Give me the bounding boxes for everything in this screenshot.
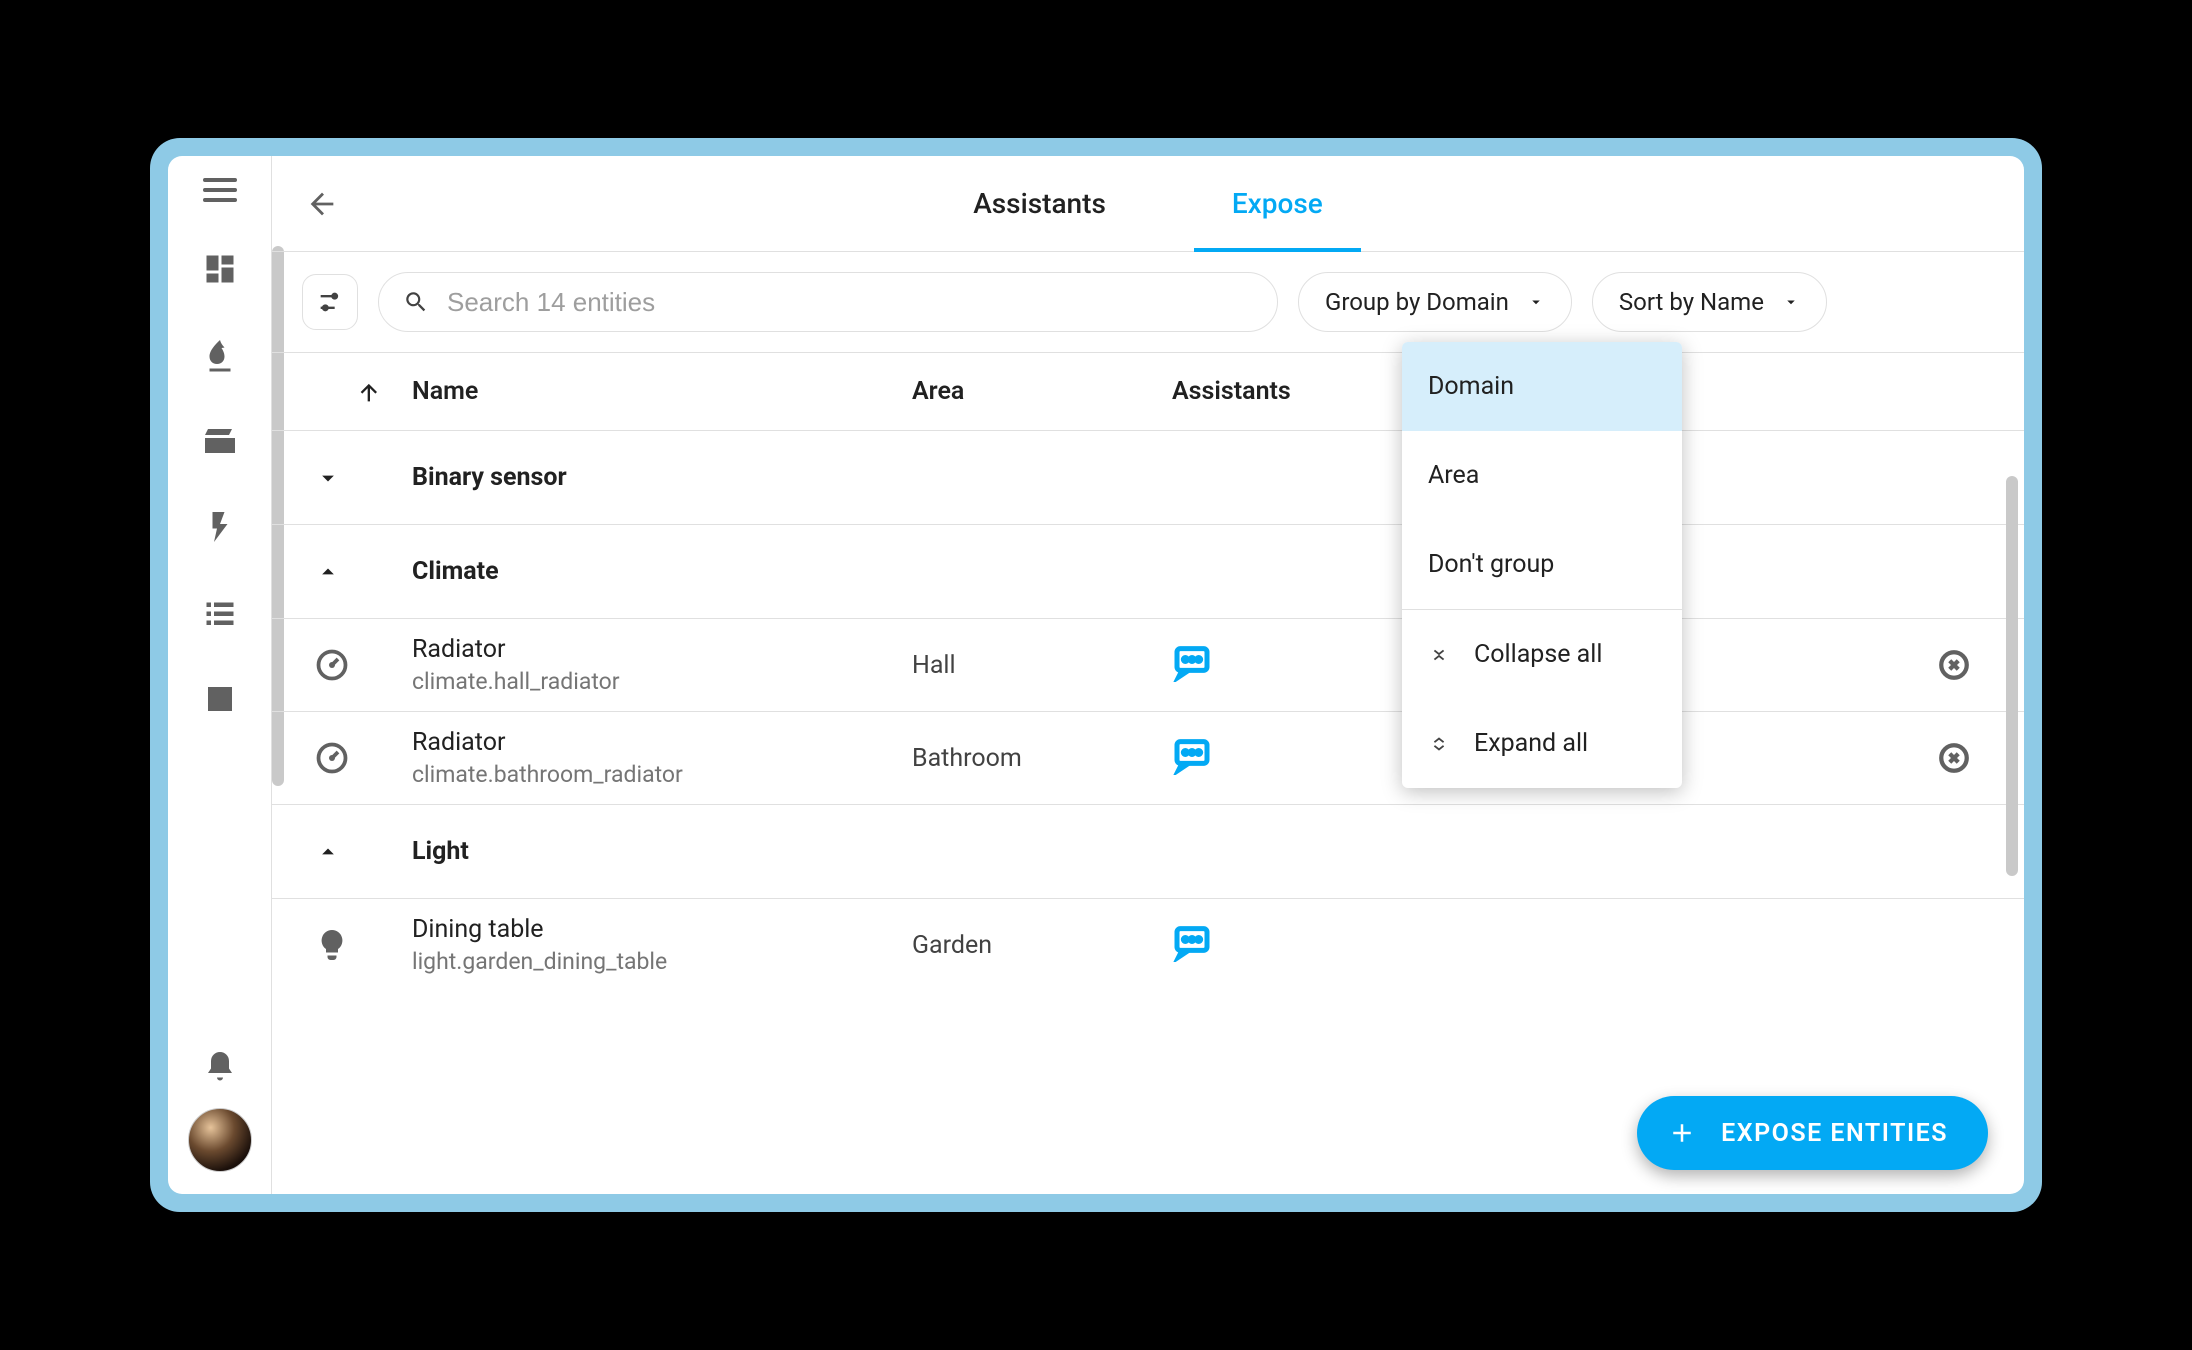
header: Assistants Expose	[272, 156, 2024, 252]
window-frame: Assistants Expose Group by Domain	[150, 138, 2042, 1212]
sort-by-label: Sort by Name	[1619, 288, 1764, 316]
flash-icon[interactable]	[201, 508, 239, 546]
group-binary-sensor[interactable]: Binary sensor	[272, 430, 2024, 524]
column-name[interactable]: Name	[412, 377, 912, 406]
dropdown-item-domain[interactable]: Domain	[1402, 342, 1682, 431]
tab-assistants[interactable]: Assistants	[965, 156, 1114, 251]
dropdown-item-label: Collapse all	[1474, 640, 1602, 669]
remove-button[interactable]	[1914, 648, 1994, 682]
column-area[interactable]: Area	[912, 377, 1172, 406]
thermostat-icon	[302, 647, 412, 683]
main-panel: Assistants Expose Group by Domain	[272, 156, 2024, 1194]
collapse-icon	[1428, 644, 1450, 666]
search-input[interactable]	[447, 287, 1253, 318]
tab-expose[interactable]: Expose	[1224, 156, 1331, 251]
dropdown-item-label: Expand all	[1474, 729, 1588, 758]
group-label: Light	[412, 837, 469, 866]
entity-id: climate.hall_radiator	[412, 668, 912, 695]
entity-name: Radiator	[412, 728, 912, 757]
toolbar: Group by Domain Sort by Name	[272, 252, 2024, 352]
back-button[interactable]	[302, 184, 342, 224]
dropdown-item-expand-all[interactable]: Expand all	[1402, 699, 1682, 788]
lightbulb-icon	[302, 927, 412, 963]
media-icon[interactable]	[201, 422, 239, 460]
filter-button[interactable]	[302, 274, 358, 330]
entity-area: Bathroom	[912, 744, 1172, 773]
expose-entities-fab[interactable]: EXPOSE ENTITIES	[1637, 1096, 1988, 1170]
right-scrollbar[interactable]	[2006, 476, 2018, 876]
caret-down-icon	[1527, 293, 1545, 311]
chart-icon[interactable]	[201, 680, 239, 718]
entity-row[interactable]: Radiator climate.hall_radiator Hall	[272, 618, 2024, 711]
fab-label: EXPOSE ENTITIES	[1721, 1119, 1948, 1148]
entity-row[interactable]: Dining table light.garden_dining_table G…	[272, 898, 2024, 991]
caret-down-icon	[1782, 293, 1800, 311]
group-light[interactable]: Light	[272, 804, 2024, 898]
entity-area: Garden	[912, 931, 1172, 960]
search-field[interactable]	[378, 272, 1278, 332]
assistant-chat-icon	[1172, 922, 1472, 969]
entity-row[interactable]: Radiator climate.bathroom_radiator Bathr…	[272, 711, 2024, 804]
entity-id: climate.bathroom_radiator	[412, 761, 912, 788]
dashboard-icon[interactable]	[201, 250, 239, 288]
remove-button[interactable]	[1914, 741, 1994, 775]
chevron-up-icon	[302, 838, 412, 866]
sidebar	[168, 156, 272, 1194]
dropdown-item-dont-group[interactable]: Don't group	[1402, 520, 1682, 609]
energy-icon[interactable]	[201, 336, 239, 374]
sort-arrow-icon[interactable]	[302, 378, 412, 406]
group-climate[interactable]: Climate	[272, 524, 2024, 618]
group-by-dropdown: Domain Area Don't group Collapse all Exp…	[1402, 342, 1682, 788]
group-by-button[interactable]: Group by Domain	[1298, 272, 1572, 332]
group-label: Binary sensor	[412, 463, 567, 492]
expand-icon	[1428, 733, 1450, 755]
sort-by-button[interactable]: Sort by Name	[1592, 272, 1827, 332]
app-shell: Assistants Expose Group by Domain	[168, 156, 2024, 1194]
thermostat-icon	[302, 740, 412, 776]
list-icon[interactable]	[201, 594, 239, 632]
entity-area: Hall	[912, 651, 1172, 680]
user-avatar[interactable]	[188, 1108, 252, 1172]
plus-icon	[1667, 1118, 1697, 1148]
chevron-up-icon	[302, 558, 412, 586]
chevron-down-icon	[302, 464, 412, 492]
entity-name: Radiator	[412, 635, 912, 664]
table-header: Name Area Assistants Aliases	[272, 352, 2024, 430]
notifications-icon[interactable]	[201, 1048, 239, 1086]
entity-name: Dining table	[412, 915, 912, 944]
hamburger-menu-icon[interactable]	[203, 178, 237, 202]
group-by-label: Group by Domain	[1325, 288, 1509, 316]
group-label: Climate	[412, 557, 499, 586]
search-icon	[403, 289, 429, 315]
entity-id: light.garden_dining_table	[412, 948, 912, 975]
dropdown-item-collapse-all[interactable]: Collapse all	[1402, 610, 1682, 699]
dropdown-item-area[interactable]: Area	[1402, 431, 1682, 520]
